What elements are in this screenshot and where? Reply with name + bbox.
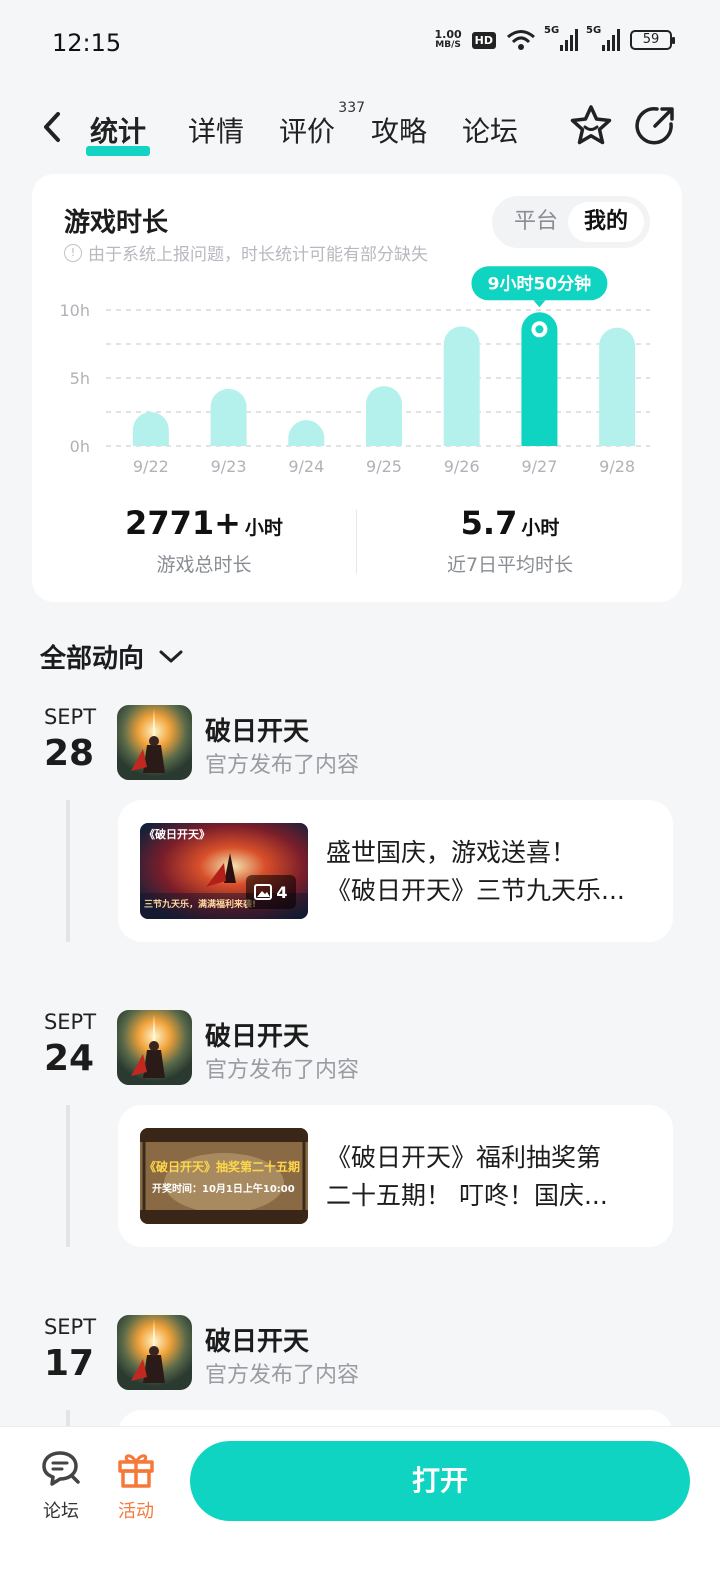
y-tick-label: 10h [60, 301, 91, 320]
post-text: 盛世国庆，游戏送喜！ 《破日开天》三节九天乐... [326, 838, 625, 905]
timeline-line [66, 800, 70, 942]
x-tick-label: 9/27 [521, 457, 557, 476]
clock: 12:15 [52, 29, 122, 57]
activity-button[interactable]: 活动 [106, 1449, 166, 1523]
status-bar: 12:15 1.00 MB/S HD 5G 5G 59 [0, 0, 720, 86]
entry-action: 官方发布了内容 [205, 753, 360, 778]
game-name[interactable]: 破日开天 [205, 1016, 309, 1053]
entry-month: SEPT [43, 1010, 97, 1034]
back-arrow-icon[interactable] [38, 108, 66, 146]
play-time-chart: 0h 5h 10h 9/22 9/23 9/24 9/25 9/26 9/27 9/28 9小时50… [60, 266, 650, 476]
tab-stats[interactable]: 统计 [86, 110, 151, 156]
forum-chat-icon [42, 1451, 80, 1486]
y-tick-label: 0h [70, 437, 90, 456]
total-label: 游戏总时长 [156, 554, 252, 576]
tab-details[interactable]: 详情 [188, 110, 244, 150]
stat-divider [356, 510, 357, 574]
network-speed: 1.00 MB/S [434, 28, 462, 50]
tab-forum[interactable]: 论坛 [462, 110, 518, 150]
x-tick-label: 9/23 [211, 457, 247, 476]
hd-icon: HD [471, 31, 496, 49]
x-tick-label: 9/22 [133, 457, 169, 476]
forum-button[interactable]: 论坛 [31, 1449, 91, 1523]
x-tick-label: 9/24 [288, 457, 324, 476]
thumb-title: 《破日开天》抽奖第二十五期 [144, 1160, 301, 1174]
data-note: ! 由于系统上报问题，时长统计可能有部分缺失 [64, 240, 428, 265]
post-text: 《破日开天》福利抽奖第 二十五期！ 叮咚！国庆... [326, 1143, 608, 1210]
chevron-down-icon [159, 650, 183, 662]
chart-bar [288, 420, 325, 446]
tooltip-text: 9小时50分钟 [488, 273, 592, 294]
game-name[interactable]: 破日开天 [205, 1321, 309, 1358]
chart-bar [132, 412, 169, 446]
bottom-action-bar: 论坛 活动 打开 [0, 1426, 720, 1584]
card-title: 游戏时长 [64, 208, 169, 238]
game-avatar[interactable] [117, 705, 192, 780]
post-thumbnail[interactable]: 《破日开天》抽奖第二十五期 开奖时间：10月1日上午10:00 [140, 1128, 308, 1224]
chart-bar [210, 388, 247, 446]
chart-bar [443, 326, 480, 446]
signal-sim2-icon: 5G [586, 25, 620, 51]
source-toggle: 平台 我的 [492, 196, 650, 248]
image-count-badge: 4 [246, 875, 296, 909]
entry-action: 官方发布了内容 [205, 1363, 360, 1388]
tooltip-pointer [533, 300, 546, 308]
total-playtime: 2771+ 小时 游戏总时长 [54, 504, 354, 577]
chart-bar [366, 386, 402, 446]
avg-value: 5.7 [460, 504, 518, 542]
review-count-badge: 337 [338, 100, 366, 116]
timeline-line [66, 1105, 70, 1247]
game-avatar[interactable] [117, 1010, 192, 1085]
post-card[interactable]: 《破日开天》 三节九天乐，满满福利来袭! 4 盛世国庆，游戏送喜！ 《破日开天》… [118, 800, 673, 942]
image-icon [254, 884, 273, 900]
avg-label: 近7日平均时长 [446, 554, 574, 576]
game-name[interactable]: 破日开天 [205, 711, 309, 748]
tab-guides[interactable]: 攻略 [371, 110, 427, 150]
toggle-platform[interactable]: 平台 [498, 202, 574, 242]
entry-day: 24 [43, 1038, 95, 1079]
entry-day: 17 [43, 1343, 95, 1384]
highlight-dot-inner [535, 325, 544, 334]
open-game-button[interactable]: 打开 [190, 1441, 690, 1521]
wifi-icon [507, 30, 535, 50]
avg-playtime: 5.7 小时 近7日平均时长 [360, 504, 660, 577]
post-card[interactable]: 《破日开天》抽奖第二十五期 开奖时间：10月1日上午10:00 《破日开天》福利… [118, 1105, 673, 1247]
feed-filter-dropdown[interactable]: 全部动向 [40, 638, 184, 675]
thumb-title: 《破日开天》 [144, 828, 210, 841]
top-nav: 统计 详情 评价 337 攻略 论坛 [0, 96, 720, 158]
share-icon[interactable] [631, 102, 679, 150]
entry-month: SEPT [43, 1315, 97, 1339]
entry-day: 28 [43, 733, 95, 774]
entry-action: 官方发布了内容 [205, 1058, 360, 1083]
thumb-caption: 三节九天乐，满满福利来袭! [144, 900, 257, 910]
info-icon: ! [64, 243, 82, 262]
game-avatar[interactable] [117, 1315, 192, 1390]
favorite-star-icon[interactable] [567, 102, 615, 150]
total-value: 2771+ [125, 504, 241, 542]
battery-icon: 59 [630, 30, 675, 50]
tab-reviews[interactable]: 评价 337 [279, 100, 365, 150]
entry-month: SEPT [43, 705, 97, 729]
x-tick-label: 9/26 [444, 457, 480, 476]
x-tick-label: 9/28 [599, 457, 635, 476]
x-tick-label: 9/25 [366, 457, 402, 476]
gift-icon [118, 1454, 154, 1488]
toggle-mine[interactable]: 我的 [568, 202, 644, 242]
play-time-card: 游戏时长 ! 由于系统上报问题，时长统计可能有部分缺失 平台 我的 0h 5h 10… [32, 174, 682, 602]
thumb-caption: 开奖时间：10月1日上午10:00 [152, 1184, 295, 1195]
post-thumbnail[interactable]: 《破日开天》 三节九天乐，满满福利来袭! 4 [140, 823, 308, 919]
chart-bar [599, 327, 636, 446]
signal-sim1-icon: 5G [544, 25, 578, 51]
y-tick-label: 5h [70, 369, 90, 388]
